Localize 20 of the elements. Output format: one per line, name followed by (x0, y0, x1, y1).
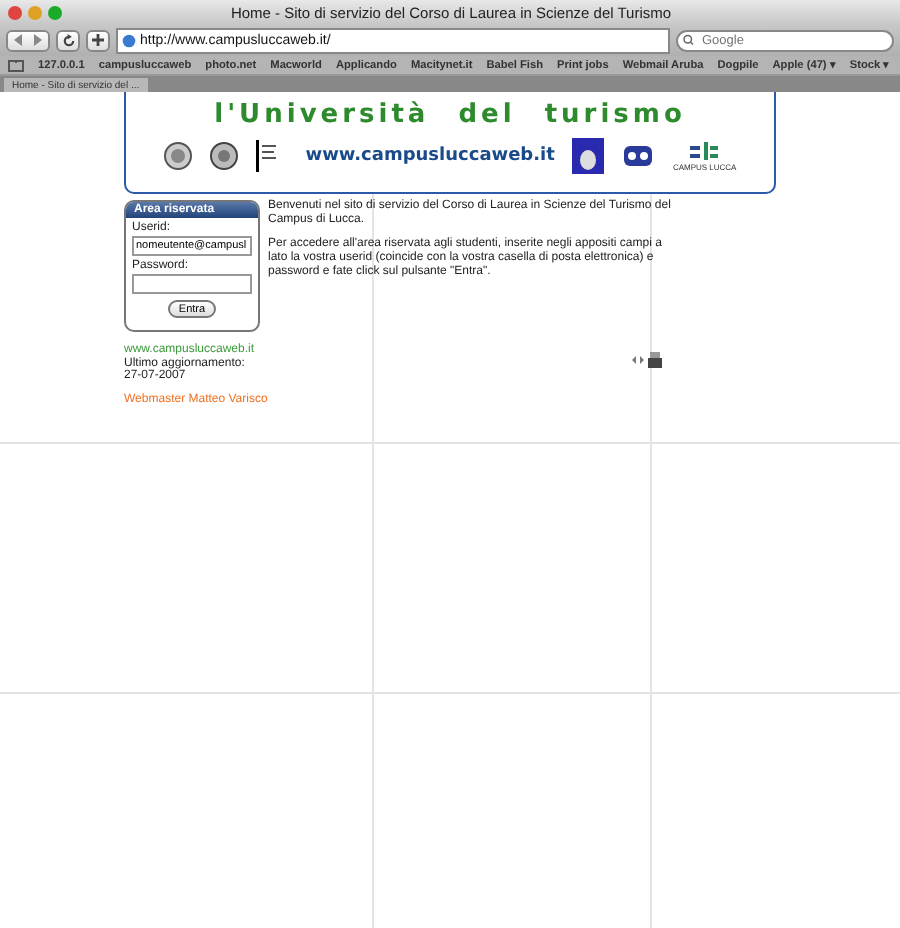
search-icon (682, 34, 698, 46)
password-field[interactable] (132, 274, 252, 294)
banner-site-url: www.campusluccaweb.it (305, 146, 555, 166)
campus-logo-icon (690, 140, 719, 162)
province-crest-icon (572, 138, 605, 174)
foundation-logo-icon (622, 140, 655, 172)
arrows-icon[interactable] (632, 356, 644, 364)
back-forward-arrows-icon (12, 34, 44, 46)
bookmarks-book-icon[interactable] (8, 59, 24, 71)
reload-button[interactable] (56, 29, 80, 51)
globe-icon (122, 33, 136, 47)
add-bookmark-button[interactable] (86, 29, 110, 51)
zoom-icon[interactable] (48, 5, 62, 19)
reload-icon (61, 33, 75, 47)
university-seal-icon (209, 142, 238, 170)
close-icon[interactable] (8, 5, 22, 19)
university-seal-icon (163, 142, 192, 170)
banner-title: l'Università del turismo (214, 100, 686, 130)
plus-icon (92, 34, 104, 46)
printer-icon[interactable] (648, 352, 662, 368)
